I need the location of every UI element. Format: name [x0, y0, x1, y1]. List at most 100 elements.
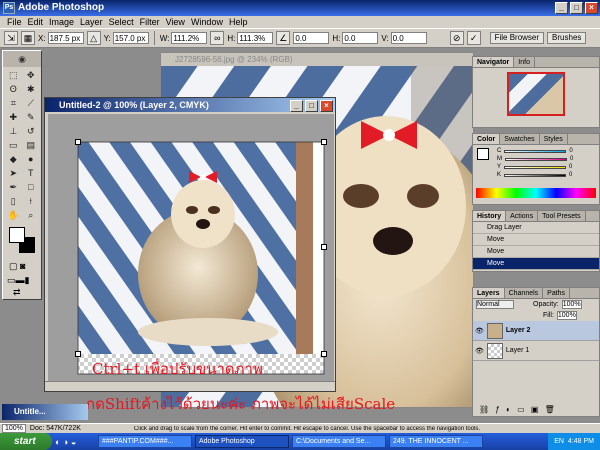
history-item-selected[interactable]: Move — [473, 258, 599, 270]
channels-tab[interactable]: Channels — [505, 288, 544, 298]
swatches-tab[interactable]: Swatches — [500, 134, 540, 144]
quick-launch-icons[interactable]: ◐ ◑ ◒ — [55, 437, 95, 447]
doc-maximize-button[interactable]: □ — [305, 100, 318, 112]
cancel-transform-icon[interactable]: ⊘ — [449, 31, 464, 45]
cyan-slider[interactable] — [504, 149, 567, 153]
file-browser-tab[interactable]: File Browser — [489, 32, 545, 44]
width-field[interactable] — [171, 32, 208, 44]
zoom-level[interactable]: 100% — [2, 424, 26, 433]
y-field[interactable] — [112, 32, 149, 44]
language-indicator[interactable]: EN — [554, 433, 564, 450]
doc-close-button[interactable]: × — [320, 100, 333, 112]
slice-tool-icon[interactable]: ⟋ — [23, 97, 40, 110]
magic-wand-tool-icon[interactable]: ✱ — [23, 83, 40, 96]
actions-tab[interactable]: Actions — [506, 211, 539, 221]
menu-file[interactable]: File — [4, 16, 25, 28]
foreground-color-swatch[interactable] — [9, 227, 25, 243]
transform-handle-bottom-left[interactable] — [75, 351, 81, 357]
taskbar-item[interactable]: C:\Documents and Se... — [292, 435, 386, 448]
path-select-tool-icon[interactable]: ➤ — [5, 167, 22, 180]
eraser-tool-icon[interactable]: ▭ — [5, 139, 22, 152]
styles-tab[interactable]: Styles — [540, 134, 568, 144]
v-skew-field[interactable] — [390, 32, 427, 44]
brush-tool-icon[interactable]: ✎ — [23, 111, 40, 124]
dodge-tool-icon[interactable]: ● — [23, 153, 40, 166]
menu-window[interactable]: Window — [188, 16, 226, 28]
x-field[interactable] — [47, 32, 84, 44]
transform-handle-top-right[interactable] — [321, 139, 327, 145]
taskbar-item[interactable]: ###PANTIP.COM###... — [98, 435, 192, 448]
history-item[interactable]: Drag Layer — [473, 222, 599, 234]
stamp-tool-icon[interactable]: ⊥ — [5, 125, 22, 138]
lasso-tool-icon[interactable]: ʘ — [5, 83, 22, 96]
menu-image[interactable]: Image — [46, 16, 77, 28]
navigator-tab[interactable]: Navigator — [473, 57, 515, 67]
maximize-button[interactable]: □ — [570, 2, 583, 14]
healing-tool-icon[interactable]: ✚ — [5, 111, 22, 124]
info-tab[interactable]: Info — [514, 57, 535, 67]
reference-point-icon[interactable]: ▦ — [21, 31, 35, 45]
blur-tool-icon[interactable]: ◆ — [5, 153, 22, 166]
taskbar-item-active[interactable]: Adobe Photoshop — [195, 435, 289, 448]
color-foreground-swatch[interactable] — [477, 148, 489, 160]
layer-row[interactable]: 👁 Layer 2 — [473, 321, 599, 341]
menu-edit[interactable]: Edit — [25, 16, 47, 28]
tool-presets-tab[interactable]: Tool Presets — [538, 211, 586, 221]
quick-mask-icons[interactable]: ▢ ◙ — [9, 261, 25, 272]
document-canvas[interactable] — [48, 114, 334, 382]
dog-photo-layer[interactable] — [48, 114, 334, 382]
navigator-thumbnail[interactable] — [507, 72, 565, 116]
hand-tool-icon[interactable]: ✋ — [5, 209, 22, 222]
close-button[interactable]: × — [585, 2, 598, 14]
pen-tool-icon[interactable]: ✒ — [5, 181, 22, 194]
h-skew-field[interactable] — [342, 32, 379, 44]
yellow-slider[interactable] — [504, 165, 567, 169]
color-tab[interactable]: Color — [473, 134, 501, 144]
minimized-document[interactable]: Untitle... — [2, 404, 88, 420]
history-tab[interactable]: History — [473, 211, 507, 221]
opacity-field[interactable]: 100% — [561, 300, 582, 309]
menu-view[interactable]: View — [163, 16, 188, 28]
gradient-tool-icon[interactable]: ▤ — [23, 139, 40, 152]
eye-icon[interactable]: 👁 — [475, 347, 484, 355]
transform-tool-icon[interactable]: ⇲ — [4, 31, 18, 45]
history-item[interactable]: Move — [473, 234, 599, 246]
menu-select[interactable]: Select — [106, 16, 137, 28]
blend-mode-select[interactable]: Normal — [476, 300, 514, 309]
screen-mode-icons[interactable]: ▭▬▮ — [7, 275, 29, 286]
history-brush-tool-icon[interactable]: ↺ — [23, 125, 40, 138]
transform-handle-middle-right[interactable] — [321, 244, 327, 250]
height-field[interactable] — [237, 32, 274, 44]
magenta-slider[interactable] — [505, 157, 567, 161]
menu-layer[interactable]: Layer — [77, 16, 106, 28]
marquee-tool-icon[interactable]: ⬚ — [5, 69, 22, 82]
layer-row[interactable]: 👁 Layer 1 — [473, 341, 599, 361]
crop-tool-icon[interactable]: ⌗ — [5, 97, 22, 110]
imageready-icon[interactable]: ⇄ — [13, 287, 21, 298]
paths-tab[interactable]: Paths — [543, 288, 571, 298]
transform-handle-bottom-right[interactable] — [321, 351, 327, 357]
relative-position-icon[interactable]: △ — [86, 31, 101, 45]
type-tool-icon[interactable]: T — [23, 167, 40, 180]
brushes-tab[interactable]: Brushes — [547, 32, 587, 44]
eyedropper-tool-icon[interactable]: ⟊ — [23, 195, 40, 208]
zoom-tool-icon[interactable]: ⌕ — [23, 209, 40, 222]
doc-minimize-button[interactable]: _ — [290, 100, 303, 112]
move-tool-icon[interactable]: ✥ — [23, 69, 40, 82]
start-button[interactable]: start — [0, 433, 52, 450]
angle-field[interactable] — [293, 32, 330, 44]
notes-tool-icon[interactable]: ▯ — [5, 195, 22, 208]
fill-field[interactable]: 100% — [556, 311, 577, 320]
link-icon[interactable]: ∞ — [210, 31, 225, 45]
taskbar-item[interactable]: 249. THE INNOCENT ... — [389, 435, 483, 448]
eye-icon[interactable]: 👁 — [475, 327, 484, 335]
minimize-button[interactable]: _ — [555, 2, 568, 14]
transform-handle-top-left[interactable] — [75, 139, 81, 145]
commit-transform-icon[interactable]: ✓ — [466, 31, 481, 45]
color-spectrum-ramp[interactable] — [476, 188, 596, 198]
layer-actions-icons[interactable]: ⛓ ƒ ◐ ▭ ▣ 🗑 — [479, 405, 557, 414]
menu-help[interactable]: Help — [226, 16, 251, 28]
shape-tool-icon[interactable]: □ — [23, 181, 40, 194]
history-item[interactable]: Move — [473, 246, 599, 258]
layers-tab[interactable]: Layers — [473, 288, 505, 298]
